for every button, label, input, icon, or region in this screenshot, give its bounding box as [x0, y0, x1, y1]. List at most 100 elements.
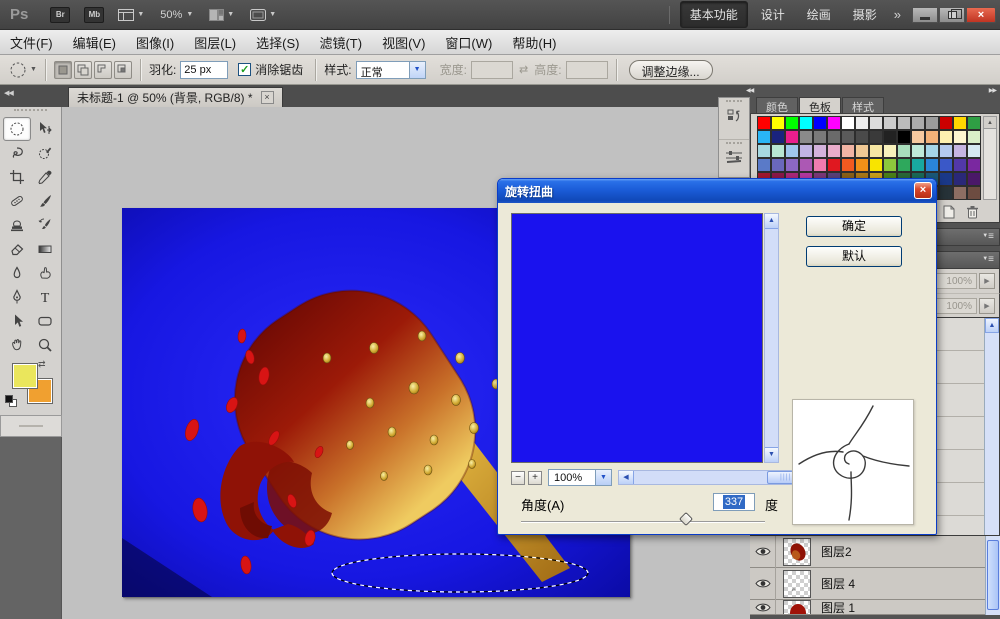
color-swatch[interactable] [757, 130, 771, 144]
opacity-arrow-icon[interactable]: ▶ [979, 273, 995, 289]
tool-elliptical-marquee[interactable] [2, 117, 31, 141]
new-selection-button[interactable] [53, 60, 72, 79]
screen-mode-button[interactable]: ▼ [250, 8, 276, 21]
color-swatch[interactable] [799, 116, 813, 130]
color-swatch[interactable] [967, 158, 981, 172]
color-swatch[interactable] [967, 144, 981, 158]
layer-row-2[interactable]: 图层2 [750, 535, 1000, 568]
scroll-up-icon[interactable]: ▲ [984, 117, 996, 129]
scroll-up-icon[interactable]: ▲ [985, 318, 999, 333]
color-swatch[interactable] [841, 116, 855, 130]
refine-edge-button[interactable]: 调整边缘... [628, 59, 713, 80]
dialog-close-button[interactable]: × [914, 182, 932, 199]
tool-gradient[interactable] [31, 237, 59, 261]
color-swatch[interactable] [855, 158, 869, 172]
color-swatch[interactable] [813, 158, 827, 172]
color-swatch[interactable] [883, 144, 897, 158]
menu-item[interactable]: 图像(I) [136, 33, 174, 52]
color-swatch[interactable] [911, 116, 925, 130]
color-swatch[interactable] [897, 130, 911, 144]
color-swatch[interactable] [953, 172, 967, 186]
collapse-panel-icon[interactable]: ◀◀ [4, 89, 14, 97]
close-icon[interactable]: × [260, 91, 274, 104]
color-swatch[interactable] [771, 130, 785, 144]
tool-quick-selection[interactable] [31, 141, 59, 165]
collapse-dock-icon[interactable]: ◀◀ [746, 87, 754, 94]
tool-crop[interactable] [3, 165, 31, 189]
document-tab[interactable]: 未标题-1 @ 50% (背景, RGB/8) * × [68, 87, 283, 107]
menu-item[interactable]: 编辑(E) [73, 33, 116, 52]
color-swatch[interactable] [953, 130, 967, 144]
tool-preset-picker[interactable]: ▼ [8, 60, 37, 80]
color-swatch[interactable] [785, 130, 799, 144]
default-button[interactable]: 默认 [806, 246, 902, 267]
color-swatch[interactable] [771, 158, 785, 172]
scroll-down-icon[interactable]: ▼ [765, 447, 778, 462]
scroll-left-icon[interactable]: ◀ [619, 471, 634, 484]
view-extras-button[interactable]: ▼ [118, 8, 144, 21]
menu-item[interactable]: 滤镜(T) [319, 33, 362, 52]
angle-slider-thumb[interactable] [678, 511, 694, 527]
swap-colors-icon[interactable]: ⇄ [38, 359, 46, 370]
adjustments-panel-button[interactable] [719, 142, 749, 182]
intersect-selection-button[interactable] [113, 60, 132, 79]
tool-brush[interactable] [31, 189, 59, 213]
color-swatch[interactable] [939, 144, 953, 158]
panel-grip[interactable] [14, 109, 47, 115]
color-swatch[interactable] [967, 130, 981, 144]
color-swatch[interactable] [827, 158, 841, 172]
layer-thumbnail[interactable] [783, 600, 811, 614]
color-swatch[interactable] [897, 158, 911, 172]
color-swatch[interactable] [813, 116, 827, 130]
color-swatch[interactable] [785, 158, 799, 172]
color-swatch[interactable] [827, 116, 841, 130]
tab-styles[interactable]: 样式 [842, 97, 884, 114]
color-swatch[interactable] [855, 130, 869, 144]
color-swatch[interactable] [939, 116, 953, 130]
visibility-toggle[interactable] [750, 600, 776, 614]
workspace-design-button[interactable]: 设计 [752, 2, 794, 27]
color-swatch[interactable] [771, 116, 785, 130]
color-swatch[interactable] [785, 116, 799, 130]
tool-lasso[interactable] [3, 141, 31, 165]
tools-panel-footer[interactable] [0, 415, 62, 437]
color-swatch[interactable] [869, 116, 883, 130]
layer-row-4[interactable]: 图层 4 [750, 567, 1000, 600]
preview-vertical-scrollbar[interactable]: ▲ ▼ [764, 213, 779, 463]
layers-scrollbar[interactable] [985, 536, 1000, 615]
restore-button[interactable] [939, 6, 965, 23]
ok-button[interactable]: 确定 [806, 216, 902, 237]
foreground-color-swatch[interactable] [12, 363, 38, 389]
panel-menu-icon[interactable]: ▼≡ [982, 254, 994, 265]
menu-item[interactable]: 视图(V) [382, 33, 425, 52]
color-swatch[interactable] [967, 116, 981, 130]
close-button[interactable]: × [966, 6, 996, 23]
angle-slider-track[interactable] [521, 521, 765, 523]
color-swatch[interactable] [967, 186, 981, 200]
tool-path-selection[interactable] [3, 309, 31, 333]
tool-history-brush[interactable] [31, 213, 59, 237]
layers-scrollbar[interactable]: ▲ [984, 318, 999, 535]
dialog-title-bar[interactable]: 旋转扭曲 × [498, 179, 936, 203]
color-swatch[interactable] [855, 116, 869, 130]
menu-item[interactable]: 文件(F) [10, 33, 53, 52]
color-swatch[interactable] [897, 144, 911, 158]
color-swatch[interactable] [757, 116, 771, 130]
tool-shape[interactable] [31, 309, 59, 333]
color-swatch[interactable] [925, 144, 939, 158]
color-swatch[interactable] [869, 158, 883, 172]
visibility-toggle[interactable] [750, 535, 776, 568]
tool-blur[interactable] [3, 261, 31, 285]
color-swatch[interactable] [799, 144, 813, 158]
minimize-button[interactable] [912, 6, 938, 23]
layer-thumbnail[interactable] [783, 537, 811, 566]
fill-arrow-icon[interactable]: ▶ [979, 298, 995, 314]
color-swatch[interactable] [925, 130, 939, 144]
color-swatch[interactable] [953, 186, 967, 200]
scrollbar-thumb[interactable] [987, 540, 999, 610]
color-swatch[interactable] [757, 144, 771, 158]
workspace-paint-button[interactable]: 绘画 [798, 2, 840, 27]
style-select[interactable]: 正常 ▼ [355, 60, 426, 79]
subtract-from-selection-button[interactable] [93, 60, 112, 79]
color-swatch[interactable] [911, 144, 925, 158]
